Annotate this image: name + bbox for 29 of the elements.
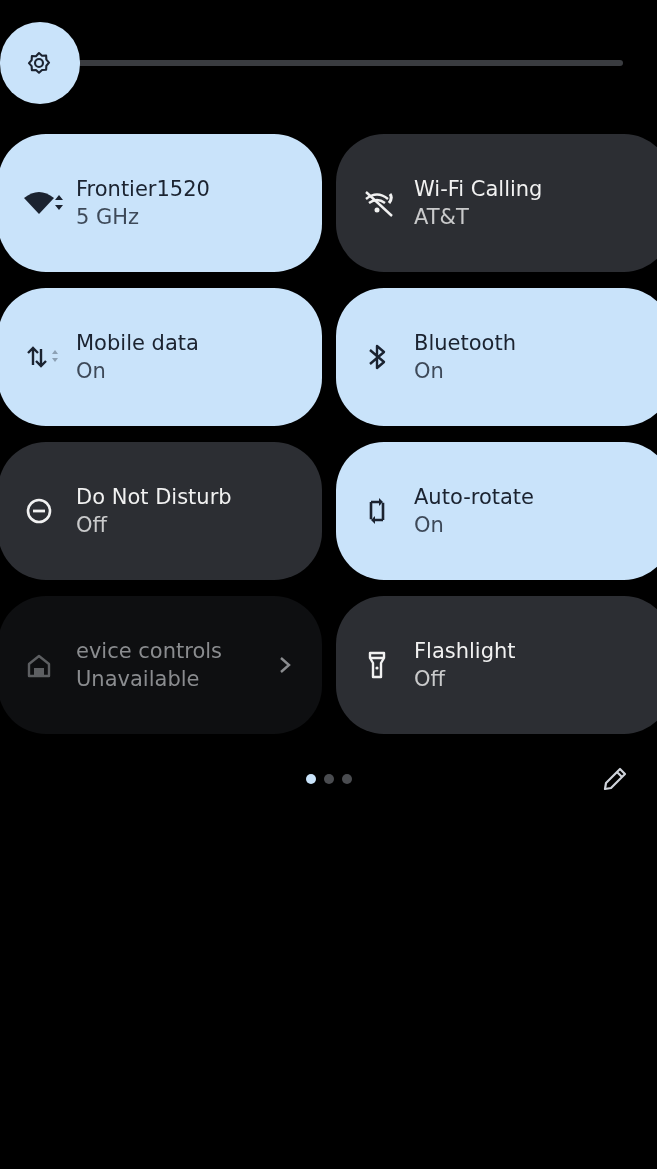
- tile-title: Wi-Fi Calling: [414, 177, 544, 201]
- tile-status: 5 GHz: [76, 205, 141, 229]
- brightness-slider[interactable]: [0, 22, 623, 104]
- tile-status: Unavailable: [76, 667, 201, 691]
- tile-title: Do Not Disturb: [76, 485, 233, 509]
- tile-status: Off: [76, 513, 109, 537]
- page-indicator-dot[interactable]: [305, 774, 316, 784]
- tile-title: Auto-rotate: [414, 485, 535, 509]
- tile-status: On: [414, 359, 445, 383]
- quick-settings-tile[interactable]: Do Not Disturb Off: [0, 442, 322, 580]
- tile-status: On: [414, 513, 445, 537]
- quick-settings-tile[interactable]: Frontier1520 5 GHz: [0, 134, 322, 272]
- quick-settings-tile[interactable]: Auto-rotate On: [336, 442, 657, 580]
- tile-title: Flashlight: [414, 639, 517, 663]
- tile-status: On: [76, 359, 107, 383]
- tile-status: Off: [414, 667, 447, 691]
- quick-settings-tile[interactable]: Bluetooth On: [336, 288, 657, 426]
- page-indicator-dot[interactable]: [323, 774, 334, 784]
- quick-settings-tile[interactable]: Mobile data On: [0, 288, 322, 426]
- tile-status: AT&T: [414, 205, 470, 229]
- quick-settings-tile[interactable]: Flashlight Off: [336, 596, 657, 734]
- tile-title: evice controls: [76, 639, 224, 663]
- edit-icon[interactable]: [601, 765, 629, 793]
- page-indicator-dot[interactable]: [341, 774, 352, 784]
- tile-title: Mobile data: [76, 331, 200, 355]
- tile-title: Bluetooth: [414, 331, 517, 355]
- tile-title: Frontier1520: [76, 177, 211, 201]
- brightness-icon: [25, 49, 53, 77]
- quick-settings-tile[interactable]: Wi-Fi Calling AT&T: [336, 134, 657, 272]
